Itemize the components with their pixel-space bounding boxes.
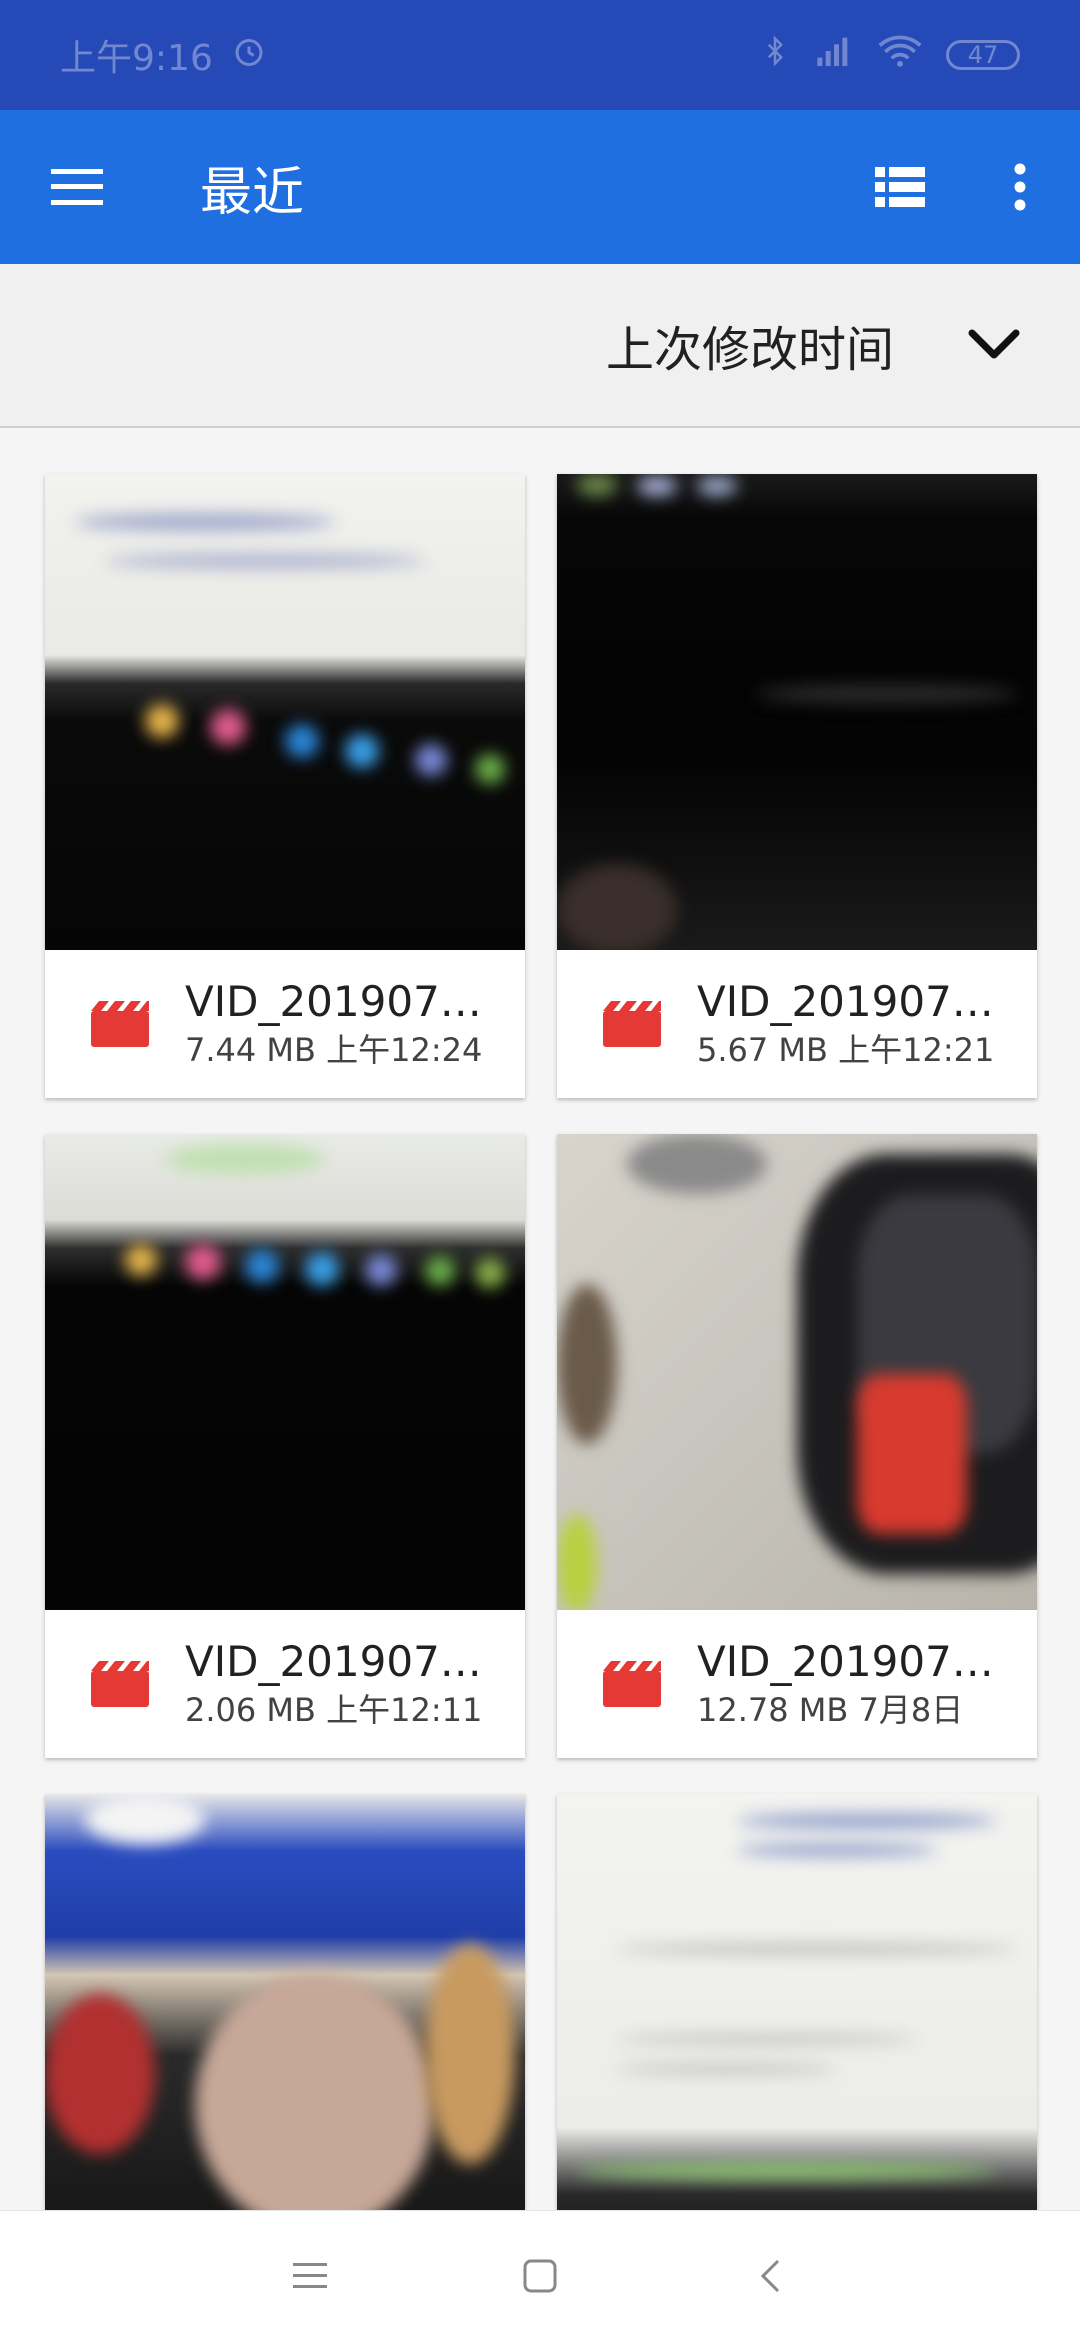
chevron-down-icon[interactable] bbox=[968, 329, 1020, 361]
video-file-icon bbox=[91, 1001, 149, 1047]
file-meta: 5.67 MB 上午12:21 bbox=[697, 1031, 995, 1069]
file-text: VID_2019070… 5.67 MB 上午12:21 bbox=[697, 976, 997, 1072]
video-thumbnail bbox=[45, 1794, 525, 2210]
back-chevron-icon bbox=[760, 2259, 780, 2292]
status-bar: 上午9:16 47 bbox=[0, 0, 1080, 110]
status-right: 47 bbox=[760, 33, 1020, 78]
video-thumbnail bbox=[557, 474, 1037, 950]
file-card[interactable] bbox=[557, 1794, 1037, 2210]
video-file-icon bbox=[91, 1661, 149, 1707]
wifi-icon bbox=[878, 34, 922, 77]
menu-button[interactable] bbox=[0, 110, 154, 264]
sort-bar[interactable]: 上次修改时间 bbox=[0, 264, 1080, 428]
alarm-icon bbox=[231, 33, 267, 78]
video-file-icon bbox=[603, 1661, 661, 1707]
file-info: VID_2019070… 2.06 MB 上午12:11 bbox=[45, 1610, 525, 1758]
file-text: VID_2019070… 2.06 MB 上午12:11 bbox=[185, 1636, 485, 1732]
hamburger-icon bbox=[51, 169, 103, 205]
system-nav-bar bbox=[0, 2210, 1080, 2340]
home-button[interactable] bbox=[510, 2246, 570, 2306]
file-meta: 7.44 MB 上午12:24 bbox=[185, 1031, 483, 1069]
app-bar: 最近 bbox=[0, 110, 1080, 264]
file-grid: VID_2019070… 7.44 MB 上午12:24 VID_2019070… bbox=[0, 428, 1080, 2210]
file-card[interactable]: VID_2019070… 5.67 MB 上午12:21 bbox=[557, 474, 1037, 1098]
bluetooth-icon bbox=[760, 33, 790, 78]
video-file-icon bbox=[603, 1001, 661, 1047]
square-icon bbox=[523, 2259, 557, 2292]
file-card[interactable]: VID_2019070… 2.06 MB 上午12:11 bbox=[45, 1134, 525, 1758]
menu-lines-icon bbox=[293, 2262, 327, 2288]
file-name: VID_2019070… bbox=[185, 977, 485, 1026]
file-card[interactable] bbox=[45, 1794, 525, 2210]
list-view-icon bbox=[875, 167, 925, 207]
file-name: VID_2019070… bbox=[697, 1637, 997, 1686]
file-text: VID_2019070… 12.78 MB 7月8日 bbox=[697, 1636, 997, 1732]
list-view-button[interactable] bbox=[840, 110, 960, 264]
recents-button[interactable] bbox=[280, 2246, 340, 2306]
file-name: VID_2019070… bbox=[697, 977, 997, 1026]
more-vert-icon bbox=[1014, 163, 1026, 211]
file-card[interactable]: VID_2019070… 7.44 MB 上午12:24 bbox=[45, 474, 525, 1098]
file-info: VID_2019070… 7.44 MB 上午12:24 bbox=[45, 950, 525, 1098]
video-thumbnail bbox=[557, 1794, 1037, 2210]
battery-indicator: 47 bbox=[946, 40, 1020, 70]
file-card[interactable]: VID_2019070… 12.78 MB 7月8日 bbox=[557, 1134, 1037, 1758]
file-info: VID_2019070… 5.67 MB 上午12:21 bbox=[557, 950, 1037, 1098]
more-options-button[interactable] bbox=[960, 110, 1080, 264]
file-name: VID_2019070… bbox=[185, 1637, 485, 1686]
file-text: VID_2019070… 7.44 MB 上午12:24 bbox=[185, 976, 485, 1072]
back-button[interactable] bbox=[740, 2246, 800, 2306]
file-info: VID_2019070… 12.78 MB 7月8日 bbox=[557, 1610, 1037, 1758]
sort-label: 上次修改时间 bbox=[605, 322, 894, 378]
file-meta: 2.06 MB 上午12:11 bbox=[185, 1691, 483, 1729]
status-time: 上午9:16 bbox=[60, 38, 213, 79]
video-thumbnail bbox=[45, 474, 525, 950]
file-meta: 12.78 MB 7月8日 bbox=[697, 1691, 964, 1729]
page-title: 最近 bbox=[200, 162, 305, 223]
appbar-actions bbox=[840, 110, 1080, 264]
video-thumbnail bbox=[557, 1134, 1037, 1610]
status-left: 上午9:16 bbox=[60, 29, 267, 81]
signal-icon bbox=[814, 34, 854, 77]
video-thumbnail bbox=[45, 1134, 525, 1610]
